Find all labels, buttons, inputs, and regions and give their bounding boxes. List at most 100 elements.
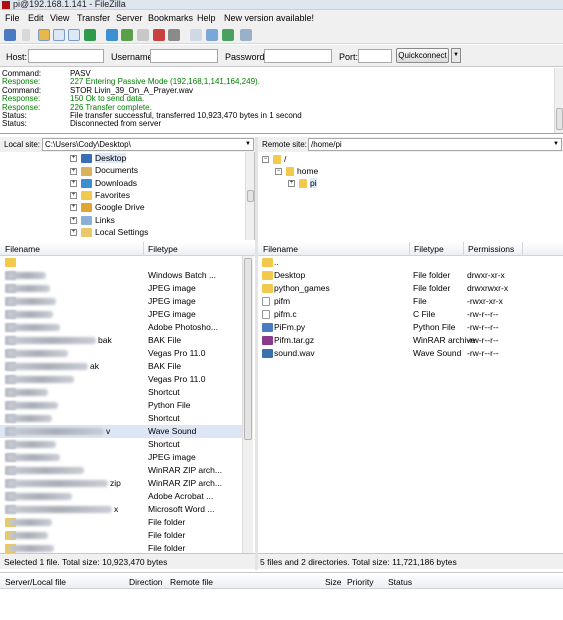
expand-icon[interactable]: +	[70, 167, 77, 175]
menu-new-version[interactable]: New version available!	[224, 13, 314, 23]
menu-server[interactable]: Server	[116, 13, 143, 23]
compare-icon[interactable]	[206, 29, 218, 41]
expand-icon[interactable]: +	[70, 204, 77, 212]
local-file-row[interactable]: File folder	[0, 542, 242, 553]
local-file-row[interactable]: Vegas Pro 11.0	[0, 347, 242, 360]
quickconnect-button[interactable]: Quickconnect	[396, 48, 449, 63]
column-separator[interactable]	[143, 242, 144, 256]
local-file-row[interactable]: ak BAK File	[0, 360, 242, 373]
remote-tree-root[interactable]: − /	[262, 153, 286, 165]
remote-file-row[interactable]: Desktop File folder drwxr-xr-x	[258, 269, 563, 282]
queue-col-direction[interactable]: Direction	[129, 577, 163, 587]
local-file-row[interactable]: bak BAK File	[0, 334, 242, 347]
local-file-row[interactable]	[0, 256, 242, 269]
local-file-row[interactable]: Shortcut	[0, 386, 242, 399]
menu-edit[interactable]: Edit	[28, 13, 44, 23]
expand-icon[interactable]: +	[70, 192, 77, 200]
toggle-queue-icon[interactable]	[84, 29, 96, 41]
column-separator[interactable]	[409, 242, 410, 256]
toggle-remote-tree-icon[interactable]	[68, 29, 80, 41]
queue-col-server-local[interactable]: Server/Local file	[5, 577, 66, 587]
local-file-row[interactable]: Adobe Photosho...	[0, 321, 242, 334]
local-tree-node[interactable]: + Downloads	[70, 177, 137, 189]
local-file-row[interactable]: JPEG image	[0, 308, 242, 321]
local-col-filename[interactable]: Filename	[5, 244, 40, 254]
queue-col-size[interactable]: Size	[325, 577, 342, 587]
local-tree-scrollbar-thumb[interactable]	[247, 190, 254, 202]
search-files-icon[interactable]	[240, 29, 252, 41]
remote-file-row[interactable]: sound.wav Wave Sound -rw-r--r--	[258, 347, 563, 360]
log-scrollbar-thumb[interactable]	[556, 108, 563, 130]
site-manager-dropdown-icon[interactable]	[22, 29, 30, 41]
remote-file-row[interactable]: PiFm.py Python File -rw-r--r--	[258, 321, 563, 334]
local-path-dropdown-icon[interactable]: ▼	[245, 139, 251, 150]
local-file-row[interactable]: JPEG image	[0, 295, 242, 308]
remote-file-row[interactable]: ..	[258, 256, 563, 269]
expand-icon[interactable]: +	[70, 216, 77, 224]
remote-file-row[interactable]: python_games File folder drwxrwxr-x	[258, 282, 563, 295]
local-file-row[interactable]: Adobe Acrobat ...	[0, 490, 242, 503]
toggle-log-icon[interactable]	[38, 29, 50, 41]
remote-col-filetype[interactable]: Filetype	[414, 244, 444, 254]
menu-file[interactable]: File	[5, 13, 20, 23]
password-input[interactable]	[264, 49, 332, 63]
expand-icon[interactable]: +	[70, 179, 77, 187]
refresh-icon[interactable]	[106, 29, 118, 41]
remote-col-filename[interactable]: Filename	[263, 244, 298, 254]
quickconnect-history-button[interactable]: ▼	[451, 48, 461, 63]
local-tree-node[interactable]: + Desktop	[70, 152, 127, 164]
directory-filter-icon[interactable]	[190, 29, 202, 41]
remote-path-combo[interactable]: /home/pi ▼	[308, 138, 562, 151]
local-tree-node[interactable]: + Google Drive	[70, 201, 145, 213]
remote-col-permissions[interactable]: Permissions	[468, 244, 514, 254]
local-file-row[interactable]: Shortcut	[0, 438, 242, 451]
local-tree-scrollbar[interactable]	[245, 152, 254, 240]
toggle-local-tree-icon[interactable]	[53, 29, 65, 41]
sync-browse-icon[interactable]	[222, 29, 234, 41]
remote-file-row[interactable]: pifm File -rwxr-xr-x	[258, 295, 563, 308]
local-file-row[interactable]: Windows Batch ...	[0, 269, 242, 282]
local-tree-node[interactable]: + Documents	[70, 164, 138, 176]
log-scrollbar[interactable]	[554, 68, 563, 133]
local-file-row[interactable]: v Wave Sound	[0, 425, 242, 438]
expand-icon[interactable]: +	[288, 180, 295, 188]
local-tree-node[interactable]: + Favorites	[70, 189, 130, 201]
remote-file-row[interactable]: Pifm.tar.gz WinRAR archive -rw-r--r--	[258, 334, 563, 347]
column-separator[interactable]	[463, 242, 464, 256]
menu-bookmarks[interactable]: Bookmarks	[148, 13, 193, 23]
collapse-icon[interactable]: −	[262, 156, 269, 164]
local-file-row[interactable]: Vegas Pro 11.0	[0, 373, 242, 386]
local-file-row[interactable]: WinRAR ZIP arch...	[0, 464, 242, 477]
remote-tree-home[interactable]: − home	[275, 165, 318, 177]
local-list-scrollbar-thumb[interactable]	[244, 258, 252, 440]
host-input[interactable]	[28, 49, 104, 63]
queue-col-status[interactable]: Status	[388, 577, 412, 587]
remote-file-row[interactable]: pifm.c C File -rw-r--r--	[258, 308, 563, 321]
process-queue-icon[interactable]	[121, 29, 133, 41]
local-file-row[interactable]: JPEG image	[0, 451, 242, 464]
reconnect-icon[interactable]	[168, 29, 180, 41]
collapse-icon[interactable]: −	[275, 168, 282, 176]
local-file-row[interactable]: JPEG image	[0, 282, 242, 295]
remote-tree-pi[interactable]: + pi	[288, 177, 317, 189]
local-file-row[interactable]: File folder	[0, 529, 242, 542]
menu-view[interactable]: View	[50, 13, 69, 23]
disconnect-icon[interactable]	[153, 29, 165, 41]
local-file-row[interactable]: zip WinRAR ZIP arch...	[0, 477, 242, 490]
local-file-row[interactable]: x Microsoft Word ...	[0, 503, 242, 516]
local-tree-node[interactable]: + Local Settings	[70, 226, 148, 238]
local-tree-node[interactable]: + Links	[70, 214, 115, 226]
username-input[interactable]	[150, 49, 218, 63]
local-list-scrollbar[interactable]	[242, 256, 253, 553]
menu-help[interactable]: Help	[197, 13, 216, 23]
menu-transfer[interactable]: Transfer	[77, 13, 110, 23]
port-input[interactable]	[358, 49, 392, 63]
queue-col-remote-file[interactable]: Remote file	[170, 577, 213, 587]
site-manager-icon[interactable]	[4, 29, 16, 41]
cancel-operation-icon[interactable]	[137, 29, 149, 41]
remote-path-dropdown-icon[interactable]: ▼	[553, 139, 559, 150]
expand-icon[interactable]: +	[70, 229, 77, 237]
local-file-row[interactable]: File folder	[0, 516, 242, 529]
local-col-filetype[interactable]: Filetype	[148, 244, 178, 254]
local-file-row[interactable]: Shortcut	[0, 412, 242, 425]
